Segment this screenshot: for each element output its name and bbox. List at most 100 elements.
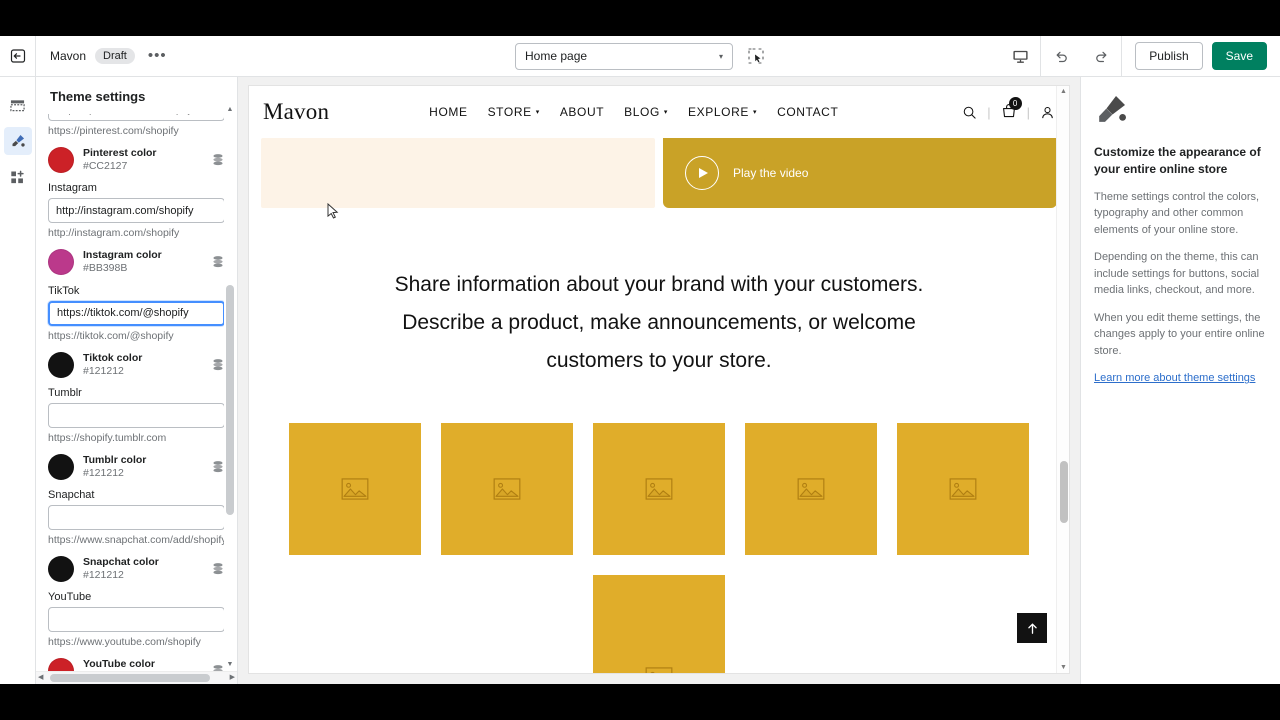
- video-banner[interactable]: Play the video: [663, 138, 1057, 208]
- store-preview: Mavon HOME STORE ▾ ABOUT BLOG ▾ EXPLORE ▾ CONTAC…: [248, 85, 1070, 674]
- scroll-down-arrow-icon[interactable]: ▼: [227, 660, 234, 670]
- store-brand[interactable]: Mavon: [263, 99, 329, 125]
- redo-button[interactable]: [1081, 36, 1121, 77]
- color-label: Pinterest color: [83, 147, 157, 159]
- setting-field: TikTok https://tiktok.com/@shopify https:/…: [48, 285, 225, 378]
- preview-vertical-scrollbar[interactable]: ▲ ▼: [1056, 86, 1069, 673]
- nav-item-contact[interactable]: CONTACT: [777, 105, 838, 119]
- scroll-down-arrow-icon[interactable]: ▼: [1060, 664, 1067, 671]
- page-selector[interactable]: Home page ▾: [515, 42, 733, 70]
- rich-text-line-1: Share information about your brand with …: [394, 273, 924, 296]
- scroll-up-arrow-icon[interactable]: ▲: [227, 105, 234, 115]
- database-swatch-icon[interactable]: [211, 153, 225, 167]
- scroll-to-top-button[interactable]: [1017, 613, 1047, 643]
- image-placeholder-icon: [645, 666, 673, 673]
- product-tile[interactable]: [441, 422, 573, 555]
- nav-item-blog[interactable]: BLOG ▾: [624, 105, 668, 119]
- cart-button[interactable]: 0: [1001, 96, 1022, 122]
- nav-label: ABOUT: [559, 105, 605, 119]
- undo-icon: [1056, 51, 1067, 62]
- scroll-right-arrow-icon[interactable]: ▶: [230, 673, 235, 683]
- product-tile[interactable]: [897, 422, 1029, 555]
- rail-item-app-blocks[interactable]: [4, 163, 32, 191]
- product-tiles-row-2: [249, 555, 1069, 673]
- pinterest-input[interactable]: https://pinterest.com/shopify: [48, 114, 225, 121]
- color-swatch[interactable]: [48, 351, 74, 378]
- nav-item-home[interactable]: HOME: [429, 105, 467, 119]
- color-swatch[interactable]: [48, 249, 74, 276]
- sidebar-vertical-scrollbar[interactable]: ▲ ▼: [224, 105, 236, 670]
- search-icon[interactable]: [962, 105, 977, 120]
- color-swatch[interactable]: [48, 453, 74, 480]
- top-bar: Mavon Draft ••• Home page ▾ Publish Save: [0, 35, 1280, 77]
- nav-label: HOME: [429, 105, 468, 119]
- sections-icon: [10, 99, 25, 111]
- product-tile[interactable]: [593, 422, 725, 555]
- store-header: Mavon HOME STORE ▾ ABOUT BLOG ▾ EXPLORE ▾ CONTAC…: [249, 86, 1069, 138]
- product-tile[interactable]: [289, 422, 421, 555]
- theme-settings-brush-icon: [11, 134, 25, 147]
- hero-row: Play the video: [249, 138, 1069, 208]
- more-actions-button[interactable]: •••: [144, 48, 171, 63]
- exit-editor-button[interactable]: [0, 35, 36, 77]
- color-hex-value: #121212: [83, 364, 124, 377]
- nav-label: CONTACT: [777, 105, 839, 119]
- youtube-input[interactable]: [48, 607, 225, 633]
- database-swatch-icon[interactable]: [211, 460, 225, 474]
- chevron-down-icon: ▾: [752, 109, 758, 116]
- image-placeholder-icon: [645, 477, 673, 500]
- field-help-text: https://pinterest.com/shopify: [48, 125, 179, 137]
- sidebar-scroll-area[interactable]: https://pinterest.com/shopify https://pin…: [36, 114, 237, 684]
- play-video-label: Play the video: [733, 166, 809, 180]
- database-swatch-icon[interactable]: [211, 358, 225, 372]
- device-preview-button[interactable]: [1000, 36, 1040, 77]
- hero-left-panel[interactable]: [261, 138, 655, 208]
- color-text: Snapchat color #121212: [83, 556, 202, 582]
- account-icon[interactable]: [1040, 105, 1055, 120]
- snapchat-input[interactable]: [48, 505, 225, 530]
- sidebar-horizontal-scrollbar[interactable]: ◀ ▶: [36, 671, 237, 684]
- status-badge: Draft: [95, 48, 135, 64]
- tiktok-input[interactable]: https://tiktok.com/@shopify: [48, 300, 225, 326]
- field-label: Instagram: [48, 182, 97, 195]
- redo-icon: [1096, 51, 1107, 62]
- rich-text-line-2: Describe a product, make announcements, …: [402, 311, 916, 335]
- database-swatch-icon[interactable]: [211, 255, 225, 269]
- field-label: Tumblr: [48, 386, 82, 399]
- sidebar-title: Theme settings: [50, 89, 146, 104]
- color-swatch[interactable]: [48, 147, 74, 174]
- learn-more-link[interactable]: Learn more about theme settings: [1094, 372, 1255, 384]
- database-swatch-icon[interactable]: [211, 562, 225, 576]
- publish-button[interactable]: Publish: [1135, 42, 1203, 70]
- save-button[interactable]: Save: [1211, 42, 1267, 70]
- tumblr-input[interactable]: [48, 402, 225, 428]
- color-text: Instagram color #BB398B: [83, 249, 202, 275]
- nav-item-store[interactable]: STORE ▾: [488, 105, 540, 119]
- top-bar-actions: Publish Save: [1000, 35, 1280, 77]
- field-help-text: https://tiktok.com/@shopify: [48, 329, 174, 342]
- rail-item-theme-settings[interactable]: [3, 127, 32, 155]
- preview-container: Mavon HOME STORE ▾ ABOUT BLOG ▾ EXPLORE ▾ CONTAC…: [238, 77, 1080, 684]
- nav-item-explore[interactable]: EXPLORE ▾: [688, 105, 757, 119]
- rich-text-section[interactable]: Share information about your brand with …: [249, 208, 1069, 381]
- product-tile[interactable]: [745, 422, 877, 555]
- undo-button[interactable]: [1041, 36, 1081, 77]
- divider: |: [987, 104, 991, 120]
- rail-item-sections[interactable]: [4, 91, 32, 119]
- instagram-input[interactable]: http://instagram.com/shopify: [48, 198, 225, 224]
- color-swatch[interactable]: [48, 556, 74, 583]
- info-paragraph: Depending on the theme, this can include…: [1094, 251, 1260, 297]
- scroll-up-arrow-icon[interactable]: ▲: [1060, 88, 1067, 95]
- store-header-icons: | 0 |: [962, 96, 1055, 122]
- field-help-text: https://www.snapchat.com/add/shopify: [48, 534, 227, 546]
- sidebar-hscrollbar-thumb[interactable]: [50, 674, 210, 682]
- scroll-left-arrow-icon[interactable]: ◀: [38, 673, 43, 683]
- preview-scrollbar-thumb[interactable]: [1059, 461, 1068, 523]
- nav-item-about[interactable]: ABOUT: [560, 105, 604, 119]
- field-help-text: https://shopify.tumblr.com: [48, 431, 167, 444]
- color-label: Tiktok color: [83, 351, 143, 364]
- play-circle-icon[interactable]: [685, 156, 719, 190]
- inspector-tool-icon[interactable]: [747, 47, 765, 65]
- product-tile[interactable]: [593, 574, 725, 673]
- sidebar-scrollbar-thumb[interactable]: [226, 285, 234, 515]
